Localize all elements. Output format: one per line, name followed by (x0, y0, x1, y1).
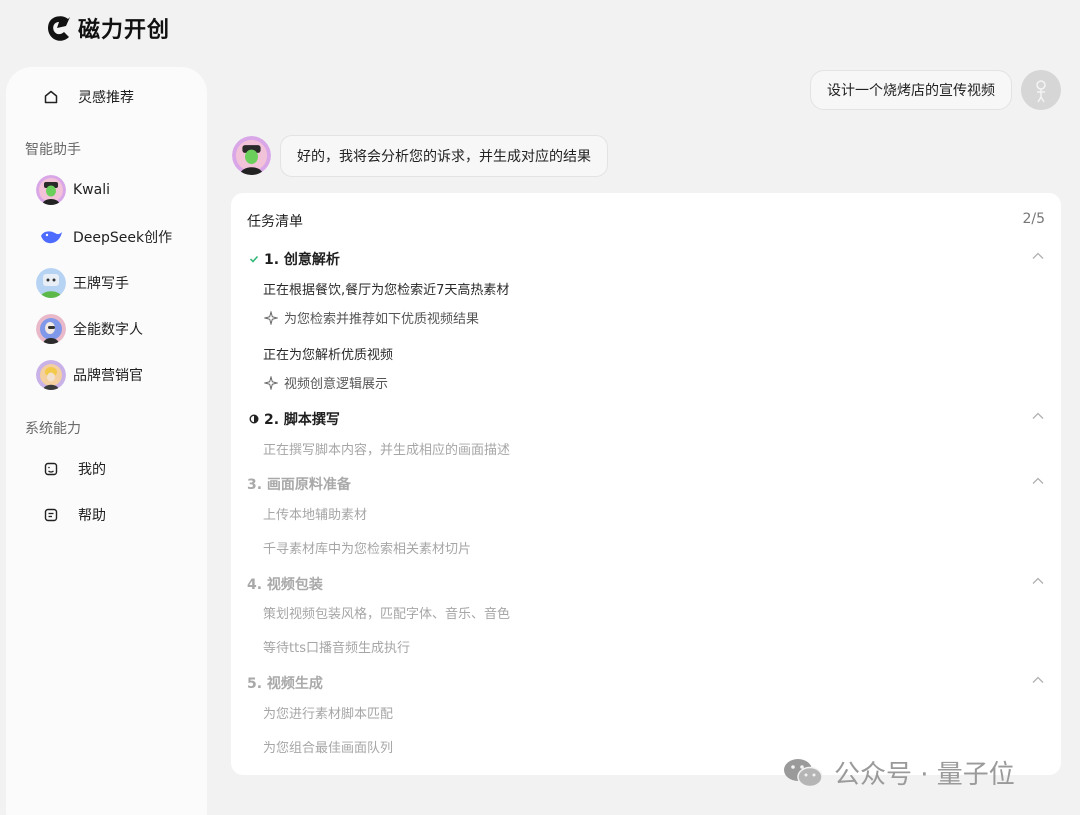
profile-icon (42, 460, 60, 478)
check-icon (247, 254, 261, 264)
kwali-avatar (36, 175, 66, 205)
sidebar-item-help[interactable]: 帮助 (36, 498, 106, 532)
task-list-card: 任务清单 2/5 1. 创意解析 正在根据餐饮,餐厅为您检索近7天高热素材 为您… (231, 193, 1061, 775)
sidebar: 灵感推荐 智能助手 Kwali DeepSeek创作 (6, 67, 207, 815)
brand-name: 磁力开创 (78, 12, 170, 44)
chevron-up-icon[interactable] (1031, 474, 1045, 488)
sidebar-item-label: 我的 (78, 459, 106, 479)
chevron-up-icon[interactable] (1031, 673, 1045, 687)
chevron-up-icon[interactable] (1031, 409, 1045, 423)
task-step-line: 正在撰写脚本内容，并生成相应的画面描述 (263, 439, 510, 458)
digital-human-avatar (36, 314, 66, 344)
task-step-4[interactable]: 4. 视频包装 (247, 574, 323, 594)
sidebar-item-label: 王牌写手 (73, 273, 129, 293)
sidebar-item-label: Kwali (73, 182, 110, 198)
task-step-2[interactable]: 2. 脚本撰写 (247, 409, 340, 429)
task-step-label: 3. 画面原料准备 (247, 474, 351, 494)
sidebar-item-marketing[interactable]: 品牌营销官 (36, 358, 143, 392)
task-step-result-link[interactable]: 为您检索并推荐如下优质视频结果 (263, 308, 479, 327)
chevron-up-icon[interactable] (1031, 574, 1045, 588)
task-step-line: 正在根据餐饮,餐厅为您检索近7天高热素材 (263, 279, 509, 298)
task-step-line: 上传本地辅助素材 (263, 504, 367, 523)
chevron-up-icon[interactable] (1031, 249, 1045, 263)
sidebar-item-label: 全能数字人 (73, 319, 143, 339)
sidebar-item-mine[interactable]: 我的 (36, 452, 106, 486)
writer-avatar (36, 268, 66, 298)
task-step-1[interactable]: 1. 创意解析 (247, 249, 340, 269)
task-step-result-link[interactable]: 视频创意逻辑展示 (263, 373, 388, 392)
bot-avatar (232, 136, 271, 175)
deepseek-whale-icon (36, 222, 66, 252)
bot-message-bubble: 好的，我将会分析您的诉求，并生成对应的结果 (280, 135, 608, 177)
wechat-icon (782, 757, 824, 789)
sidebar-item-inspiration[interactable]: 灵感推荐 (36, 80, 134, 114)
task-step-line: 正在为您解析优质视频 (263, 344, 393, 363)
sparkle-icon (263, 310, 279, 326)
task-step-line: 千寻素材库中为您检索相关素材切片 (263, 538, 471, 557)
task-step-line: 策划视频包装风格，匹配字体、音乐、音色 (263, 603, 510, 622)
user-message-bubble: 设计一个烧烤店的宣传视频 (810, 70, 1012, 110)
task-step-label: 2. 脚本撰写 (264, 409, 340, 429)
sidebar-item-digital-human[interactable]: 全能数字人 (36, 312, 143, 346)
home-icon (42, 88, 60, 106)
sidebar-item-kwali[interactable]: Kwali (36, 173, 110, 207)
marketing-avatar (36, 360, 66, 390)
help-icon (42, 506, 60, 524)
section-title-assistants: 智能助手 (25, 139, 81, 159)
sidebar-item-label: 灵感推荐 (78, 87, 134, 107)
task-step-line: 为您进行素材脚本匹配 (263, 703, 393, 722)
task-step-5[interactable]: 5. 视频生成 (247, 673, 323, 693)
brand-logo[interactable]: 磁力开创 (44, 12, 170, 44)
section-title-system: 系统能力 (25, 418, 81, 438)
watermark: 公众号 · 量子位 (782, 754, 1015, 791)
sidebar-item-label: 品牌营销官 (73, 365, 143, 385)
brand-mark-icon (44, 13, 74, 43)
user-avatar[interactable] (1021, 70, 1061, 110)
task-step-3[interactable]: 3. 画面原料准备 (247, 474, 351, 494)
task-step-line: 为您组合最佳画面队列 (263, 737, 393, 756)
bot-message-text: 好的，我将会分析您的诉求，并生成对应的结果 (297, 146, 591, 166)
task-step-line: 等待tts口播音频生成执行 (263, 637, 410, 656)
task-step-label: 4. 视频包装 (247, 574, 323, 594)
watermark-text: 公众号 · 量子位 (834, 754, 1015, 791)
task-step-link-label: 视频创意逻辑展示 (284, 373, 388, 392)
task-step-label: 1. 创意解析 (264, 249, 340, 269)
sparkle-icon (263, 375, 279, 391)
sidebar-item-label: DeepSeek创作 (73, 227, 172, 247)
sidebar-item-writer[interactable]: 王牌写手 (36, 266, 129, 300)
task-step-link-label: 为您检索并推荐如下优质视频结果 (284, 308, 479, 327)
task-list-title: 任务清单 (247, 211, 303, 231)
loading-spinner-icon (247, 414, 261, 424)
task-progress-count: 2/5 (1022, 211, 1045, 227)
sidebar-item-label: 帮助 (78, 505, 106, 525)
task-step-label: 5. 视频生成 (247, 673, 323, 693)
user-message-text: 设计一个烧烤店的宣传视频 (827, 80, 995, 100)
sidebar-item-deepseek[interactable]: DeepSeek创作 (36, 220, 172, 254)
